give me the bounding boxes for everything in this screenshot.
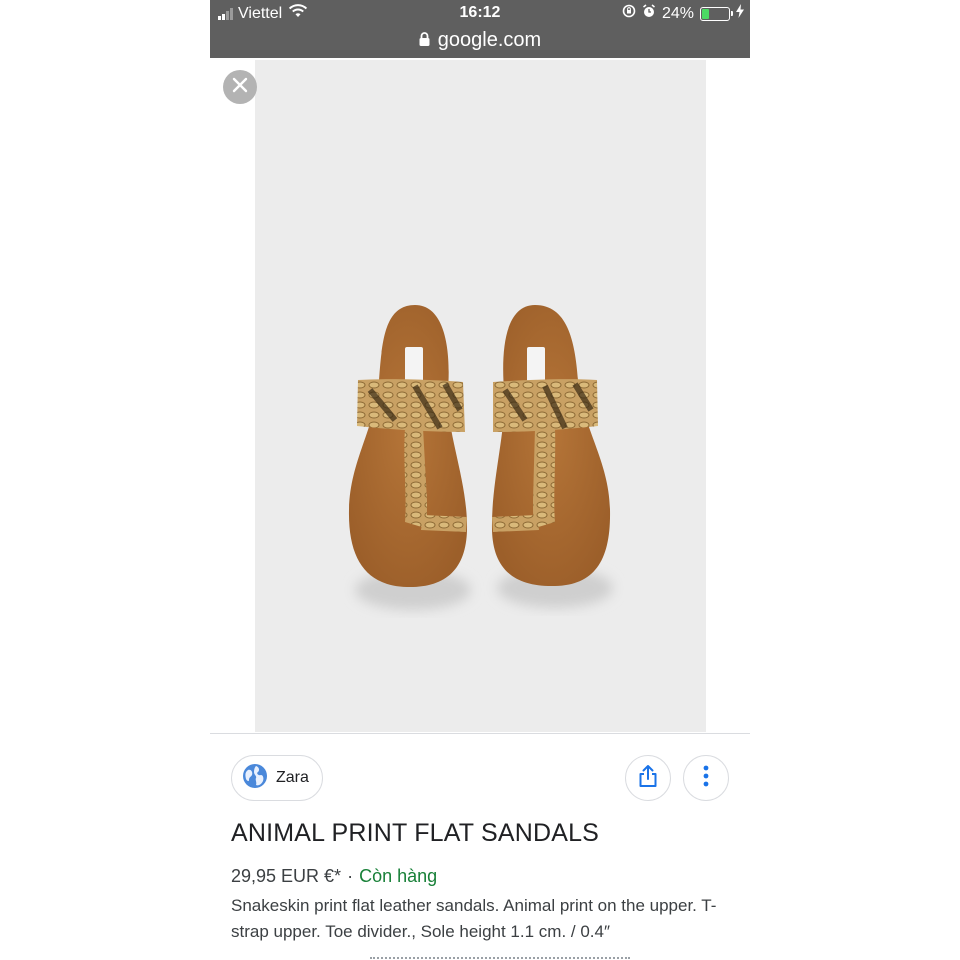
price: 29,95 EUR €* bbox=[231, 866, 342, 886]
more-options-button[interactable] bbox=[683, 755, 729, 801]
product-title[interactable]: ANIMAL PRINT FLAT SANDALS bbox=[231, 819, 599, 848]
status-bar: Viettel 16:12 24% google.com bbox=[210, 0, 750, 58]
source-name: Zara bbox=[276, 769, 309, 786]
share-button[interactable] bbox=[625, 755, 671, 801]
more-vertical-icon bbox=[703, 765, 709, 792]
alarm-icon bbox=[642, 4, 656, 23]
divider bbox=[210, 733, 750, 734]
share-icon bbox=[637, 764, 659, 793]
close-button[interactable] bbox=[223, 70, 257, 104]
rotation-lock-icon bbox=[622, 4, 636, 23]
source-chip[interactable]: Zara bbox=[231, 755, 323, 801]
battery-icon bbox=[700, 6, 733, 21]
availability: Còn hàng bbox=[359, 866, 438, 886]
sandals-image bbox=[348, 305, 613, 610]
charging-icon bbox=[736, 4, 744, 23]
truncated-text-row bbox=[370, 953, 630, 960]
globe-icon bbox=[242, 763, 268, 794]
price-row: 29,95 EUR €* · Còn hàng bbox=[231, 866, 437, 887]
product-image[interactable] bbox=[255, 60, 706, 732]
battery-percent: 24% bbox=[661, 4, 694, 22]
product-description: Snakeskin print flat leather sandals. An… bbox=[231, 896, 717, 941]
lock-icon bbox=[419, 29, 430, 52]
close-icon bbox=[232, 77, 248, 98]
url-text: google.com bbox=[437, 28, 542, 51]
phone-screen: Viettel 16:12 24% google.com Zara ANIMAL… bbox=[210, 0, 750, 960]
separator: · bbox=[347, 866, 354, 886]
address-bar[interactable]: google.com bbox=[210, 26, 750, 54]
status-icons: 24% bbox=[622, 4, 744, 23]
